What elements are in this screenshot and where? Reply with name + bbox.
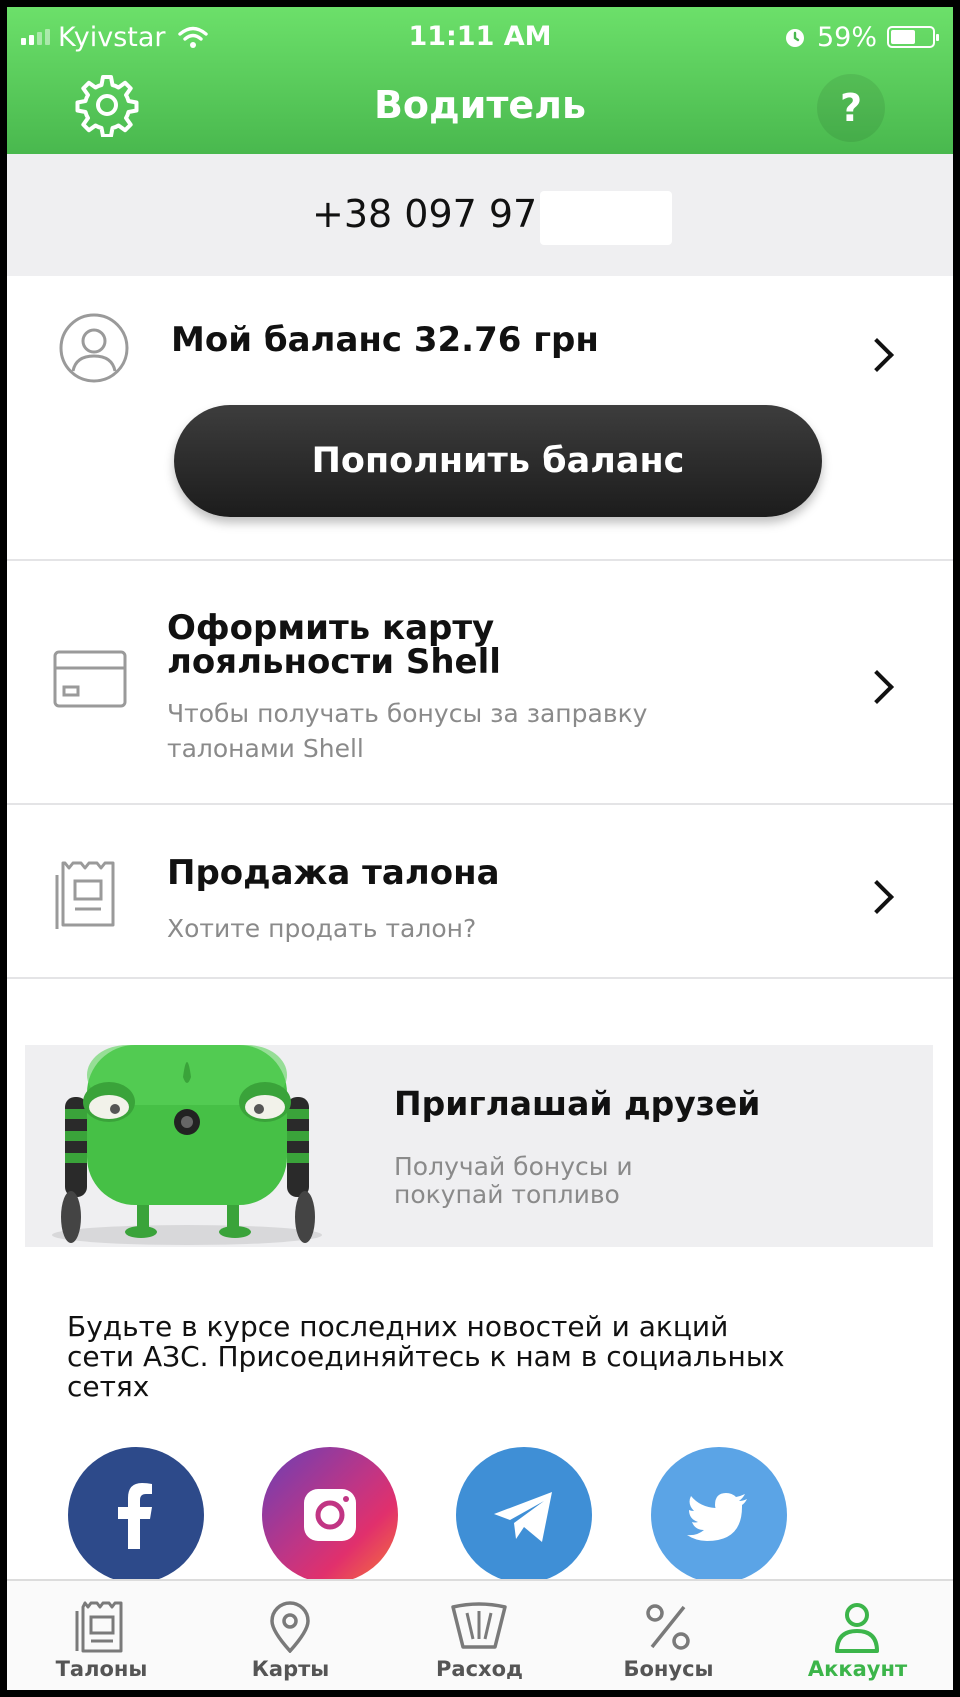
- coupon-icon: [75, 1601, 123, 1653]
- invite-subtitle-line2: покупай топливо: [394, 1180, 620, 1209]
- invite-subtitle: Получай бонусы и покупай топливо: [394, 1153, 694, 1209]
- battery-icon: [887, 26, 939, 48]
- battery-percent: 59%: [816, 21, 877, 53]
- help-button[interactable]: ?: [817, 74, 885, 142]
- facebook-button[interactable]: [68, 1447, 204, 1583]
- invite-friends-banner[interactable]: Приглашай друзей Получай бонусы и покупа…: [25, 1045, 933, 1247]
- tab-label: Карты: [251, 1657, 330, 1681]
- page-title: Водитель: [373, 83, 587, 127]
- news-text: Будьте в курсе последних новостей и акци…: [67, 1312, 887, 1402]
- twitter-icon: [687, 1493, 747, 1541]
- coupon-icon: [55, 861, 115, 929]
- tab-coupons[interactable]: Талоны: [7, 1581, 196, 1690]
- invite-subtitle-line1: Получай бонусы и: [394, 1152, 633, 1181]
- mascot-image: [52, 1045, 322, 1245]
- tab-bar: Талоны Карты Расход Бонусы Аккаунт: [7, 1579, 953, 1690]
- chevron-right-icon: [860, 670, 894, 704]
- user-icon: [835, 1603, 879, 1653]
- sell-subtitle: Хотите продать талон?: [167, 914, 477, 943]
- phone-band: +38 097 971: [7, 154, 953, 276]
- tab-bonuses[interactable]: Бонусы: [574, 1581, 763, 1690]
- avatar-icon: [59, 313, 129, 383]
- chevron-right-icon: [860, 338, 894, 372]
- topup-button[interactable]: Пополнить баланс: [174, 405, 822, 517]
- news-line3: сетях: [67, 1370, 150, 1403]
- tab-label: Талоны: [55, 1657, 148, 1681]
- gauge-icon: [451, 1602, 507, 1649]
- news-line2: сети АЗС. Присоединяйтесь к нам в социал…: [67, 1340, 785, 1373]
- sell-title: Продажа талона: [167, 853, 500, 893]
- divider: [7, 803, 953, 805]
- header: Kyivstar 11:11 AM 59% Водитель ?: [7, 7, 953, 154]
- loyalty-subtitle-line2: талонами Shell: [167, 734, 364, 763]
- tab-label: Расход: [436, 1657, 523, 1681]
- invite-title: Приглашай друзей: [394, 1084, 761, 1123]
- instagram-button[interactable]: [262, 1447, 398, 1583]
- tab-maps[interactable]: Карты: [196, 1581, 385, 1690]
- tab-label: Бонусы: [623, 1657, 714, 1681]
- loyalty-subtitle-line1: Чтобы получать бонусы за заправку: [167, 699, 648, 728]
- app-screen: Kyivstar 11:11 AM 59% Водитель ? +38 097…: [7, 7, 953, 1690]
- loyalty-title-line2: лояльности Shell: [167, 642, 501, 682]
- chevron-right-icon: [860, 880, 894, 914]
- phone-number: +38 097 971: [312, 192, 562, 236]
- map-pin-icon: [270, 1601, 310, 1653]
- status-bar-right: 59%: [783, 17, 939, 57]
- news-line1: Будьте в курсе последних новостей и акци…: [67, 1310, 729, 1343]
- instagram-icon: [304, 1489, 356, 1541]
- twitter-button[interactable]: [651, 1447, 787, 1583]
- tab-consumption[interactable]: Расход: [385, 1581, 574, 1690]
- facebook-icon: [118, 1483, 152, 1549]
- divider: [7, 559, 953, 561]
- tab-label: Аккаунт: [807, 1657, 908, 1681]
- divider: [7, 977, 953, 979]
- telegram-icon: [494, 1492, 552, 1542]
- telegram-button[interactable]: [456, 1447, 592, 1583]
- balance-label: Мой баланс 32.76 грн: [171, 320, 599, 360]
- percent-icon: [646, 1604, 690, 1650]
- credit-card-icon: [53, 650, 127, 708]
- phone-redaction: [540, 191, 672, 245]
- alarm-icon: [785, 29, 804, 47]
- tab-account[interactable]: Аккаунт: [763, 1581, 952, 1690]
